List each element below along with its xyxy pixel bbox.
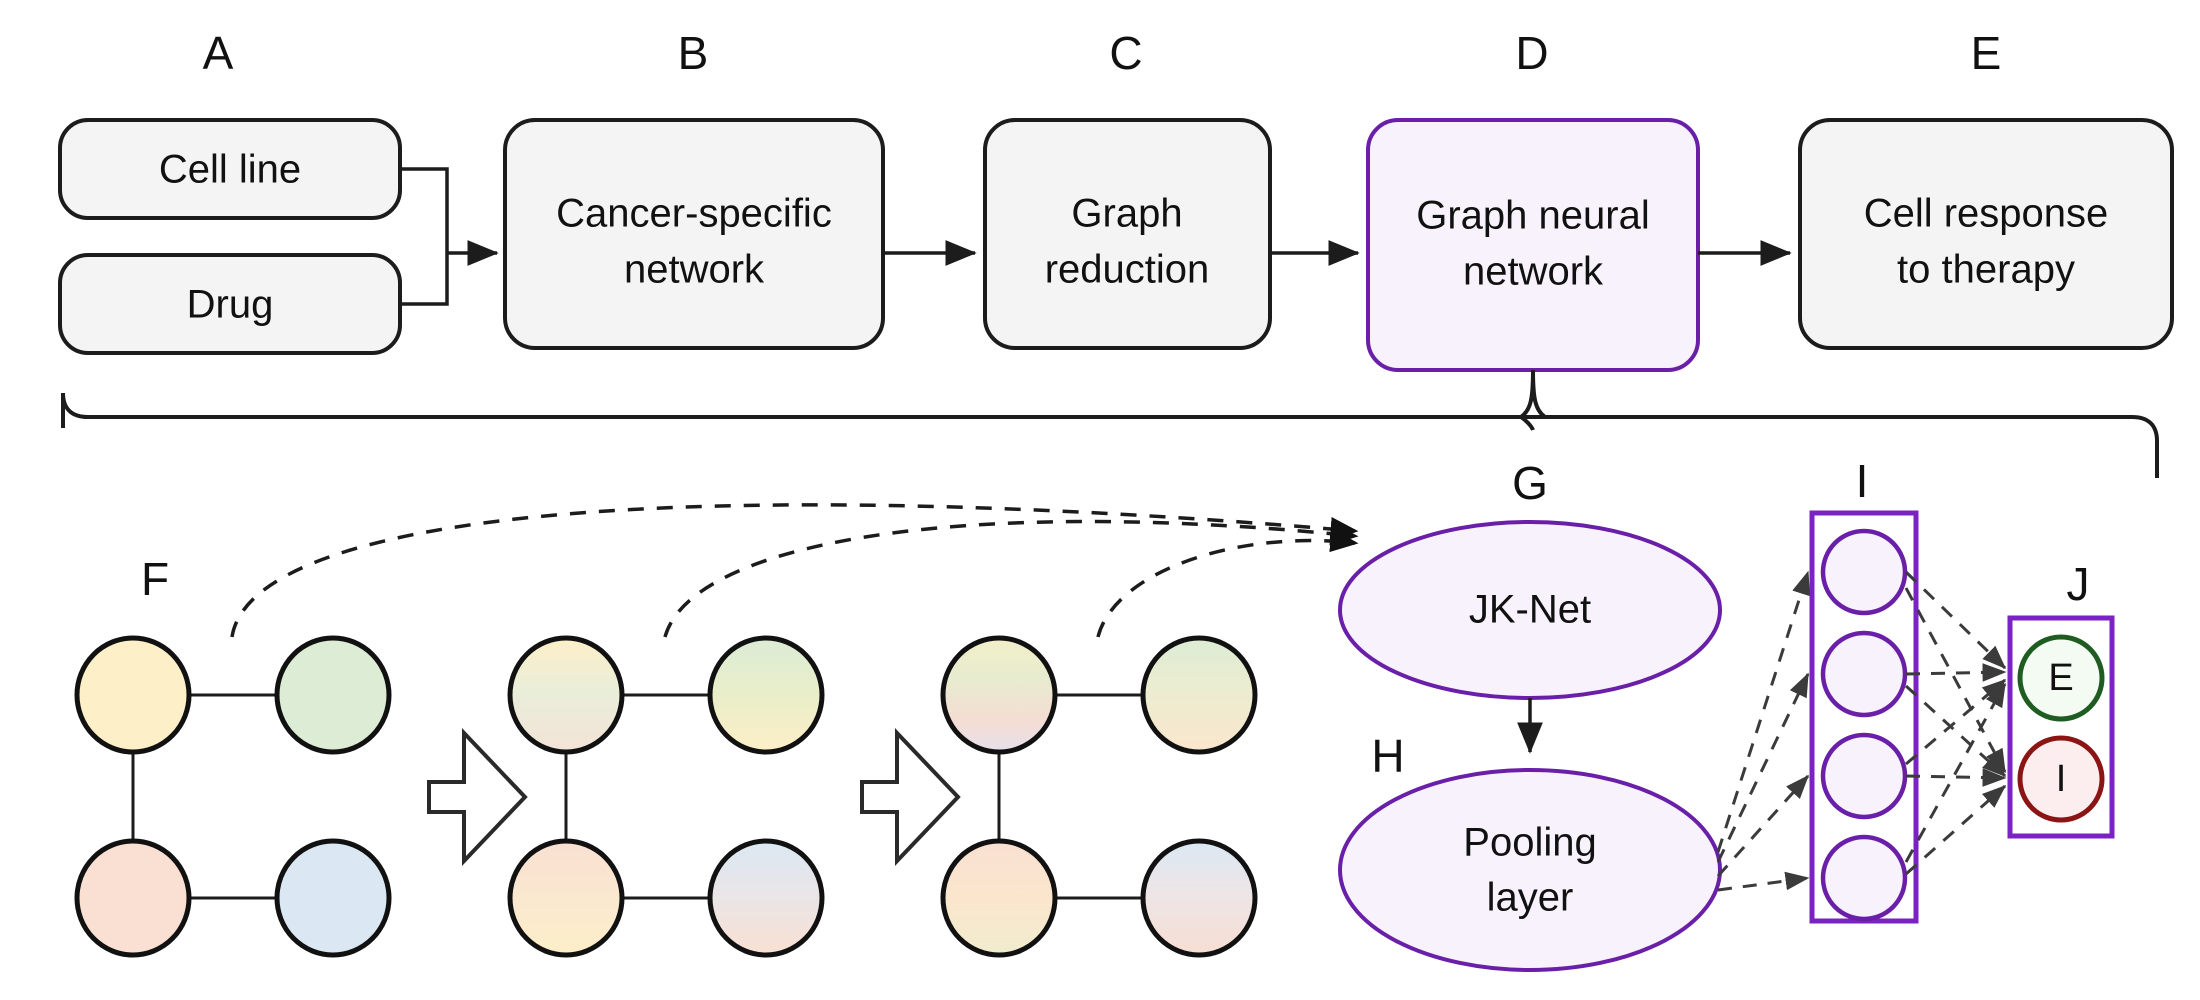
panel-letter-e: E (1971, 27, 2002, 79)
graph-node[interactable] (507, 635, 625, 755)
panel-letter-d: D (1515, 27, 1548, 79)
pool-to-hidden-3 (1716, 774, 1810, 878)
graph-node[interactable] (940, 635, 1058, 755)
brace-center-peak-right (1531, 369, 1547, 419)
hidden-to-output-4i (1905, 784, 2007, 876)
gnn-label-line1: Graph neural (1416, 194, 1649, 238)
graph-node[interactable] (274, 838, 392, 958)
drug-label: Drug (187, 283, 274, 327)
graph-node[interactable] (1140, 635, 1258, 755)
hidden-layer-node[interactable] (1820, 732, 1908, 820)
diagram-svg: A B C D E Cell line Drug Cancer-specific… (58, 27, 2174, 972)
graph-node[interactable] (507, 838, 625, 958)
graph-stage-first-aggregation (507, 635, 825, 958)
hidden-layer-node[interactable] (1820, 834, 1908, 922)
hidden-layer-node[interactable] (1820, 528, 1908, 616)
cell-response-label-line2: to therapy (1897, 248, 2075, 292)
brace-left-arm (61, 392, 1521, 428)
panel-letter-b: B (678, 27, 709, 79)
gnn-label-line2: network (1463, 250, 1604, 294)
graph-stage-original (74, 635, 392, 958)
cancer-network-label-line2: network (624, 248, 765, 292)
graph-neural-network-box[interactable] (1366, 118, 1700, 372)
graph-node[interactable] (940, 838, 1058, 958)
panel-letter-h: H (1371, 730, 1404, 782)
output-node-ineffective-label: I (2056, 758, 2067, 800)
panel-letter-f: F (141, 553, 169, 605)
hidden-to-output-2e (1905, 663, 2007, 682)
pool-to-hidden-1 (1716, 570, 1810, 853)
pooling-layer-ellipse[interactable] (1338, 768, 1722, 972)
pooling-label-line1: Pooling (1463, 821, 1596, 865)
skip-connection-3 (1096, 528, 1359, 638)
transition-arrow-1 (427, 728, 528, 866)
graph-node[interactable] (707, 635, 825, 755)
hidden-to-output-4e (1904, 682, 2007, 863)
jknet-label: JK-Net (1469, 588, 1591, 632)
panel-letter-j: J (2067, 558, 2090, 610)
panel-letter-g: G (1512, 457, 1548, 509)
graph-stage-second-aggregation (940, 635, 1258, 958)
hidden-to-output-3e (1905, 678, 2007, 766)
pooling-label-line2: layer (1487, 876, 1574, 920)
figure-canvas: A B C D E Cell line Drug Cancer-specific… (0, 0, 2200, 1000)
brace-right-arm (1545, 415, 2159, 478)
cell-line-label: Cell line (159, 148, 301, 192)
graph-node[interactable] (74, 635, 192, 755)
graph-node[interactable] (1140, 838, 1258, 958)
skip-connection-2 (663, 519, 1359, 638)
panel-letter-c: C (1109, 27, 1142, 79)
graph-reduction-label-line2: reduction (1045, 248, 1210, 292)
cell-line-connector (400, 167, 449, 253)
graph-node[interactable] (74, 838, 192, 958)
hidden-to-output-1i (1904, 587, 2007, 774)
hidden-to-output-3i (1905, 768, 2007, 787)
drug-connector (400, 253, 449, 306)
output-node-effective-label: E (2048, 657, 2073, 699)
hidden-to-output-1e (1904, 570, 2007, 670)
hidden-layer-node[interactable] (1820, 630, 1908, 718)
cell-response-label-line1: Cell response (1864, 192, 2109, 236)
graph-node[interactable] (707, 838, 825, 958)
graph-reduction-label-line1: Graph (1071, 192, 1182, 236)
cancer-network-label-line1: Cancer-specific (556, 192, 832, 236)
transition-arrow-2 (860, 728, 961, 866)
hidden-to-output-2i (1904, 684, 2007, 778)
graph-node[interactable] (274, 635, 392, 755)
panel-letter-a: A (203, 27, 234, 79)
pool-to-hidden-2 (1716, 672, 1810, 863)
panel-letter-i: I (1856, 455, 1869, 507)
pool-to-hidden-4 (1717, 871, 1810, 892)
